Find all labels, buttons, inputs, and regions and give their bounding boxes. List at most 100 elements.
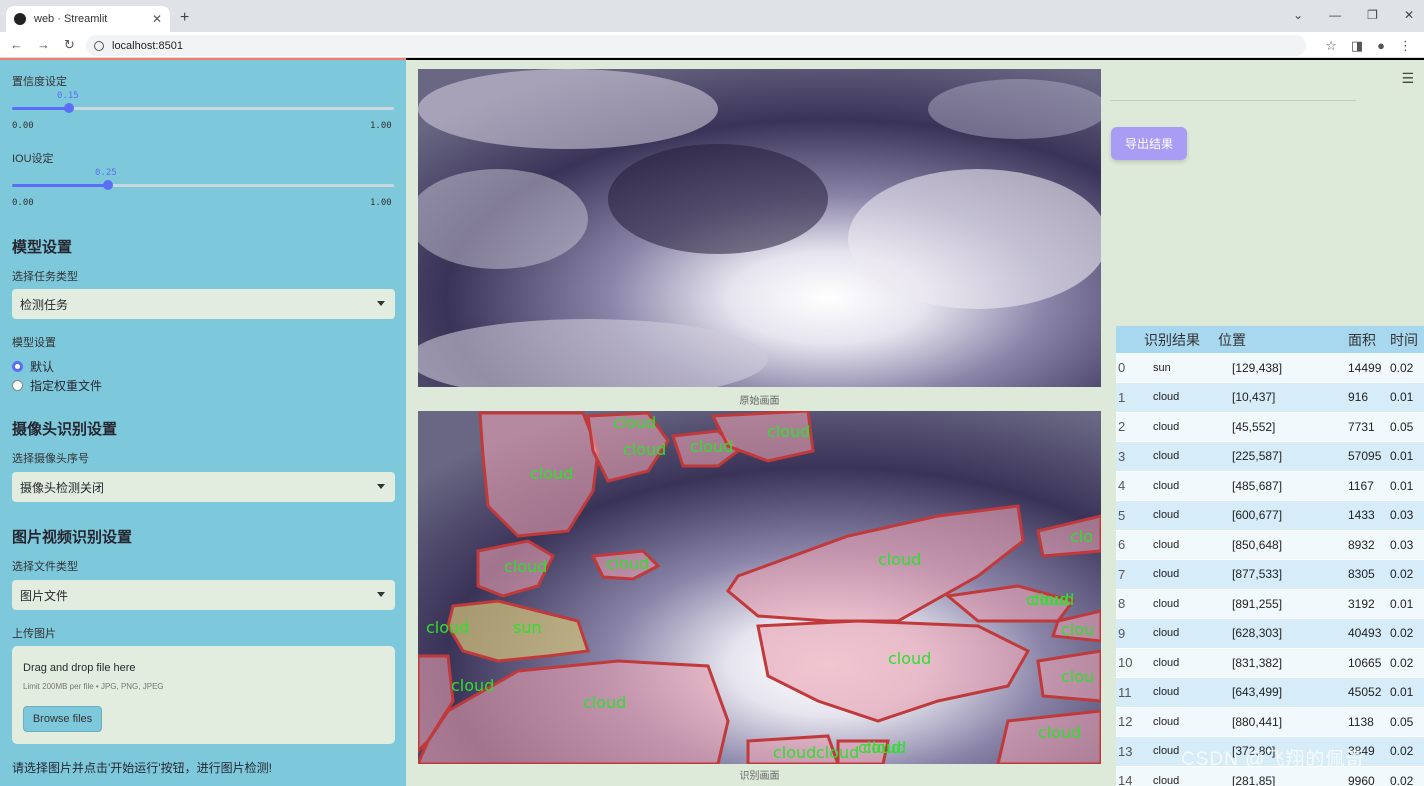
detection-label: cloud: [530, 464, 573, 483]
detection-label: cloud: [888, 649, 931, 668]
task-type-label: 选择任务类型: [12, 271, 78, 283]
table-row[interactable]: 8 cloud [891,255] 3192 0.01: [1116, 589, 1424, 619]
row-index: 5: [1116, 500, 1140, 531]
window-controls: ⌄ — ❐ ✕: [1293, 8, 1414, 22]
row-index: 3: [1116, 441, 1140, 472]
table-row[interactable]: 3 cloud [225,587] 57095 0.01: [1116, 441, 1424, 472]
row-time: 0.02: [1386, 648, 1424, 678]
row-index: 14: [1116, 766, 1140, 786]
restore-icon[interactable]: ❐: [1367, 8, 1378, 22]
iou-slider-thumb[interactable]: [102, 180, 113, 190]
row-area: 7731: [1344, 412, 1386, 442]
row-position: [225,587]: [1214, 441, 1344, 472]
table-row[interactable]: 7 cloud [877,533] 8305 0.02: [1116, 559, 1424, 590]
table-row[interactable]: 0 sun [129,438] 14499 0.02: [1116, 353, 1424, 383]
model-section-title: 模型设置: [12, 239, 73, 256]
radio-default-label: 默认: [30, 360, 55, 374]
row-area: 10665: [1344, 648, 1386, 678]
radio-default[interactable]: 默认: [12, 358, 54, 375]
detection-label: clou: [1061, 620, 1094, 639]
close-tab-icon[interactable]: ✕: [152, 12, 162, 26]
row-area: 916: [1344, 382, 1386, 413]
detection-label: cloud: [816, 743, 859, 762]
minimize-icon[interactable]: —: [1329, 8, 1341, 22]
back-icon[interactable]: ←: [10, 37, 23, 53]
row-index: 11: [1116, 677, 1140, 708]
row-time: 0.02: [1386, 736, 1424, 767]
dropzone-title: Drag and drop file here: [23, 662, 136, 674]
row-position: [129,438]: [1214, 353, 1344, 383]
detection-label: cloud: [773, 743, 816, 762]
camera-section-title: 摄像头识别设置: [12, 421, 118, 438]
side-panel-icon[interactable]: ◨: [1351, 38, 1363, 54]
hamburger-menu-icon[interactable]: ☰: [1401, 70, 1414, 87]
table-row[interactable]: 1 cloud [10,437] 916 0.01: [1116, 382, 1424, 413]
camera-select-value: 摄像头检测关闭: [20, 480, 105, 495]
detection-result-image: cloudcloudcloud cloudcloudcloud cloud cloud…: [418, 411, 1101, 764]
camera-select[interactable]: 摄像头检测关闭: [12, 472, 395, 502]
table-row[interactable]: 10 cloud [831,382] 10665 0.02: [1116, 648, 1424, 678]
bookmark-star-icon[interactable]: ☆: [1325, 38, 1337, 54]
detection-label: cloud: [767, 422, 810, 441]
sidebar: 置信度设定 0.15 0.00 1.00 IOU设定 0.25 0.00 1.0…: [0, 60, 406, 786]
file-type-select[interactable]: 图片文件: [12, 580, 395, 610]
detection-label: cloud: [613, 413, 656, 432]
table-header-time[interactable]: 时间: [1386, 326, 1424, 353]
row-time: 0.03: [1386, 530, 1424, 560]
row-result: cloud: [1140, 707, 1214, 737]
row-area: 14499: [1344, 353, 1386, 383]
table-row[interactable]: 9 cloud [628,303] 40493 0.02: [1116, 618, 1424, 649]
row-position: [10,437]: [1214, 382, 1344, 413]
row-result: cloud: [1140, 500, 1214, 531]
table-row[interactable]: 2 cloud [45,552] 7731 0.05: [1116, 412, 1424, 442]
table-row[interactable]: 5 cloud [600,677] 1433 0.03: [1116, 500, 1424, 531]
forward-icon[interactable]: →: [37, 37, 50, 53]
confidence-value: 0.15: [57, 91, 79, 101]
detection-label: clo: [1070, 527, 1093, 546]
table-row[interactable]: 6 cloud [850,648] 8932 0.03: [1116, 530, 1424, 560]
results-table[interactable]: 识别结果 位置 面积 时间 0 sun [129,438] 14499 0.02 1 clo…: [1116, 326, 1424, 786]
table-row[interactable]: 11 cloud [643,499] 45052 0.01: [1116, 677, 1424, 708]
row-time: 0.01: [1386, 382, 1424, 413]
iou-max: 1.00: [370, 198, 392, 208]
row-area: 8305: [1344, 559, 1386, 590]
radio-custom-weights[interactable]: 指定权重文件: [12, 377, 102, 394]
row-result: cloud: [1140, 382, 1214, 413]
export-results-button[interactable]: 导出结果: [1111, 127, 1187, 160]
watermark-text: CSDN @飞翔的佩奇: [1181, 749, 1366, 770]
task-type-select[interactable]: 检测任务: [12, 289, 395, 319]
file-dropzone[interactable]: Drag and drop file here Limit 200MB per …: [12, 646, 395, 744]
table-header-position[interactable]: 位置: [1214, 326, 1344, 353]
original-image-caption: 原始画面: [739, 396, 780, 407]
row-area: 57095: [1344, 441, 1386, 472]
detection-label: cloud: [1038, 723, 1081, 742]
browser-tab[interactable]: web · Streamlit ✕: [6, 6, 170, 32]
row-area: 1433: [1344, 500, 1386, 531]
site-info-icon[interactable]: [94, 40, 104, 51]
row-index: 4: [1116, 471, 1140, 501]
profile-avatar-icon[interactable]: ●: [1377, 38, 1385, 54]
browse-files-button[interactable]: Browse files: [23, 706, 102, 732]
detection-label: sun: [513, 618, 542, 637]
url-bar[interactable]: localhost:8501: [86, 35, 1306, 56]
table-header-area[interactable]: 面积: [1344, 326, 1386, 353]
confidence-slider-thumb[interactable]: [64, 103, 75, 113]
new-tab-icon[interactable]: +: [180, 9, 189, 27]
tab-search-icon[interactable]: ⌄: [1293, 8, 1303, 22]
row-area: 8932: [1344, 530, 1386, 560]
close-window-icon[interactable]: ✕: [1404, 8, 1414, 22]
chrome-menu-icon[interactable]: ⋮: [1399, 38, 1412, 54]
url-text: localhost:8501: [112, 39, 183, 52]
reload-icon[interactable]: ↻: [64, 37, 75, 53]
table-header-result[interactable]: 识别结果: [1140, 326, 1214, 353]
row-result: cloud: [1140, 648, 1214, 678]
row-index: 8: [1116, 589, 1140, 619]
row-position: [850,648]: [1214, 530, 1344, 560]
confidence-slider[interactable]: [12, 103, 394, 113]
table-row[interactable]: 4 cloud [485,687] 1167 0.01: [1116, 471, 1424, 501]
row-index: 1: [1116, 382, 1140, 413]
row-time: 0.02: [1386, 559, 1424, 590]
row-index: 7: [1116, 559, 1140, 590]
table-row[interactable]: 12 cloud [880,441] 1138 0.05: [1116, 707, 1424, 737]
iou-slider[interactable]: [12, 180, 394, 190]
